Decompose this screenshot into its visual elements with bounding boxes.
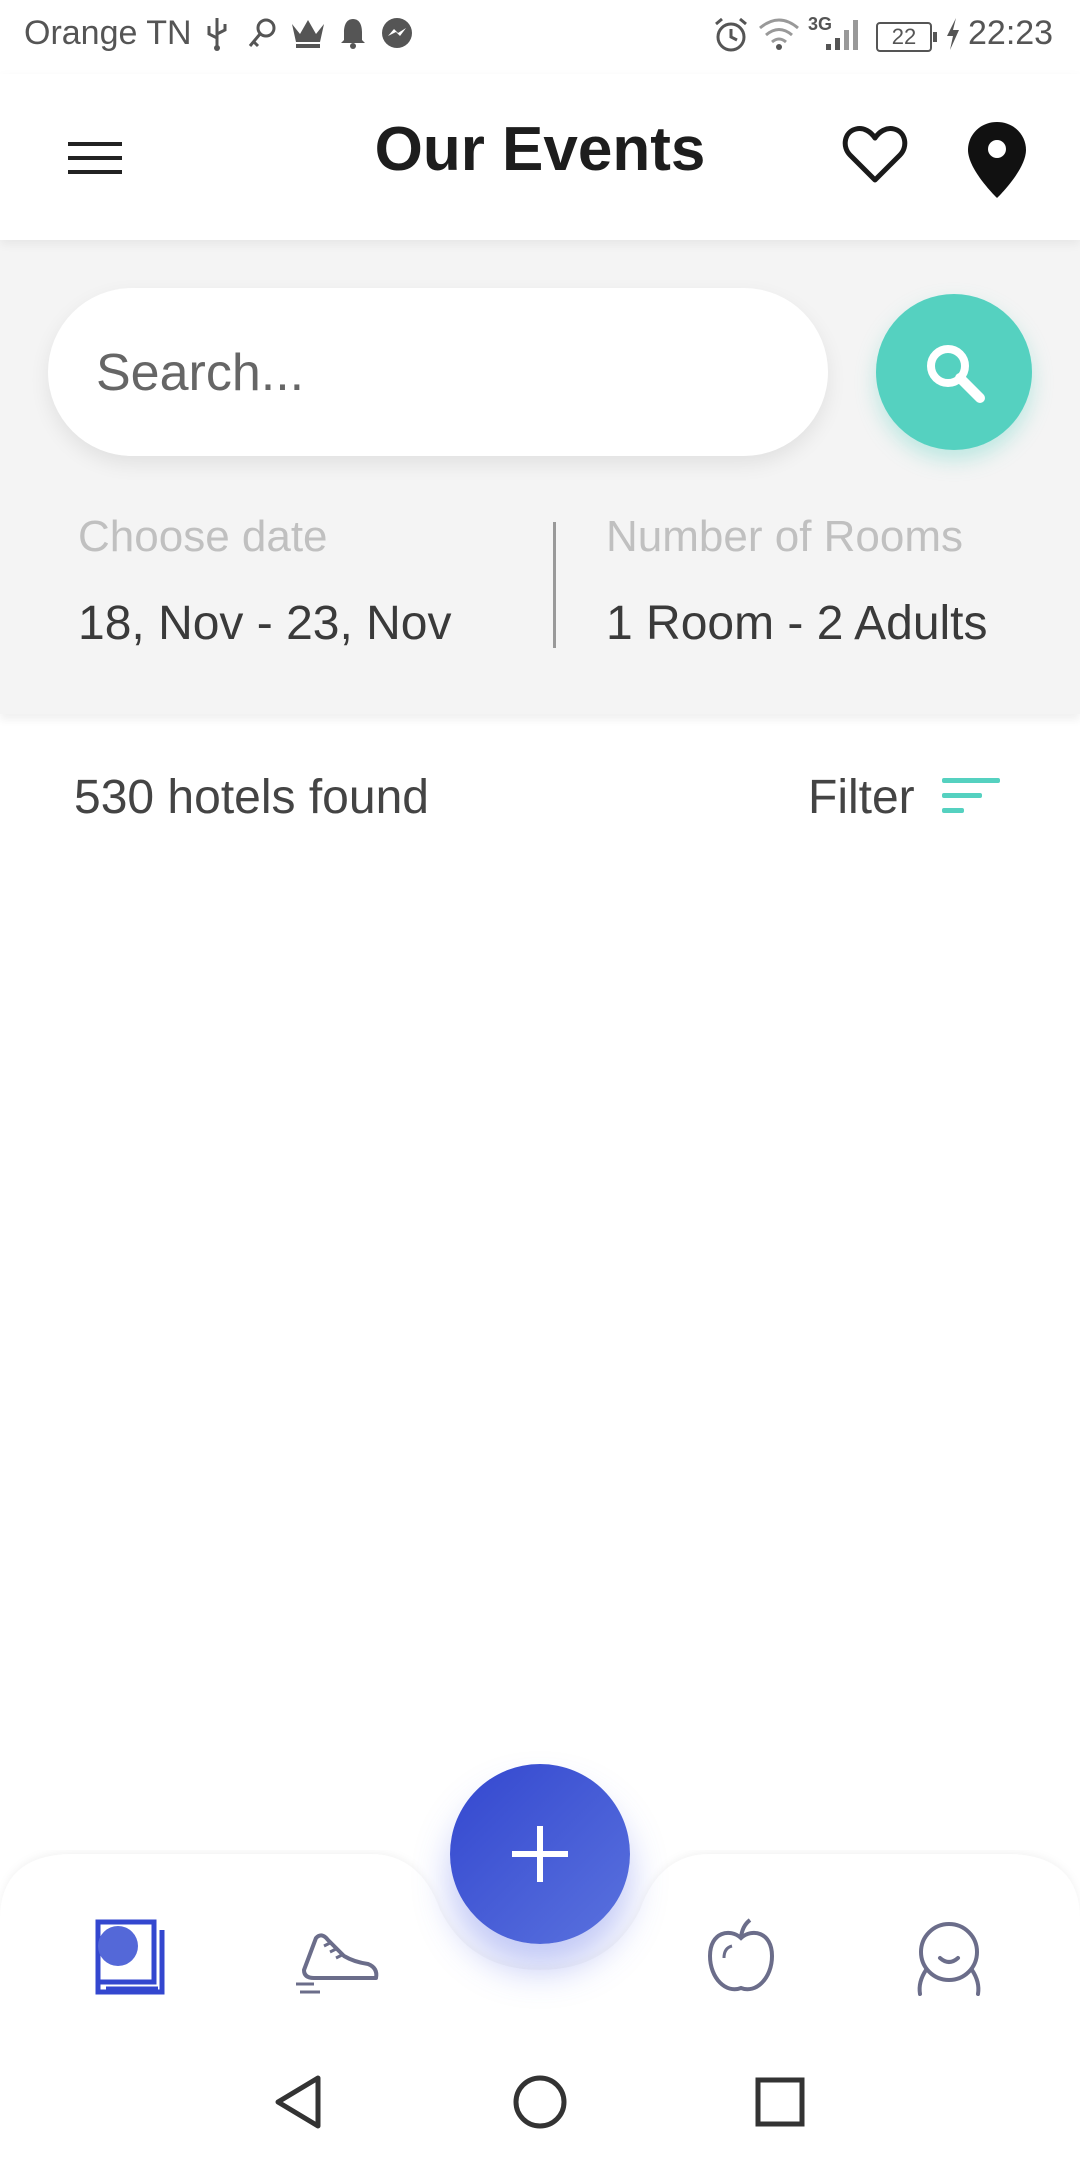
system-recents-button[interactable] [748,2070,812,2134]
results-count: 530 hotels found [74,771,429,824]
field-divider [553,522,556,648]
search-box [48,288,828,456]
plus-icon [512,1826,568,1882]
sneaker-icon [296,1933,379,1994]
screen: Orange TN 3G 22 22:23 Our Events Search.… [0,0,1080,2160]
filter-label: Filter [808,771,915,824]
key-icon [248,18,276,48]
alarm-icon [715,17,747,52]
book-icon [95,1919,165,1995]
search-input[interactable] [96,338,776,408]
signal-icon [826,20,858,50]
recents-square-icon [755,2077,805,2127]
location-pin-icon [968,122,1026,198]
date-label: Choose date [78,512,328,561]
rooms-picker[interactable]: Number of Rooms 1 Room - 2 Adults [606,512,988,651]
search-button[interactable] [876,294,1032,450]
messenger-icon [382,18,412,48]
back-triangle-icon [275,2075,321,2129]
date-picker[interactable]: Choose date 18, Nov - 23, Nov [78,512,452,651]
location-button[interactable] [966,120,1028,200]
nav-item-profile[interactable] [904,1912,994,2002]
date-value: 18, Nov - 23, Nov [78,597,452,650]
status-bar: Orange TN 3G 22 22:23 [0,0,1080,74]
search-icon [927,345,985,403]
home-circle-icon [513,2075,567,2129]
carrier-name: Orange TN [24,14,192,52]
wifi-icon [759,18,799,50]
add-button[interactable] [450,1764,630,1944]
apple-icon [707,1918,775,1992]
system-back-button[interactable] [268,2070,332,2134]
nav-item-nutrition[interactable] [696,1912,786,2002]
heart-icon [842,126,908,183]
bell-icon [341,19,365,49]
page-title: Our Events [374,115,706,184]
battery-indicator: 22 [876,22,937,52]
rooms-value: 1 Room - 2 Adults [606,597,988,650]
rooms-label: Number of Rooms [606,512,964,561]
filter-icon [942,778,1000,813]
profile-icon [917,1922,981,1996]
system-home-button[interactable] [508,2070,572,2134]
crown-icon [292,20,324,48]
usb-icon [207,18,227,51]
nav-item-activity[interactable] [294,1912,384,2002]
search-panel: Choose date 18, Nov - 23, Nov Number of … [0,240,1080,714]
app-bar: Our Events [0,74,1080,240]
favorites-button[interactable] [842,124,908,186]
system-navigation-bar [0,2040,1080,2160]
battery-level: 22 [891,24,917,49]
clock: 22:23 [968,14,1054,52]
nav-item-bookings[interactable] [84,1912,174,2002]
charging-icon [947,18,959,50]
